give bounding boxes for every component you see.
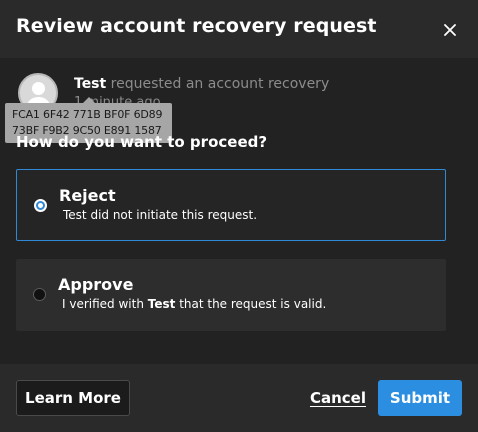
option-reject[interactable]: Reject Test did not initiate this reques… bbox=[16, 169, 446, 241]
option-approve[interactable]: Approve I verified with Test that the re… bbox=[16, 259, 446, 331]
option-approve-description: I verified with Test that the request is… bbox=[62, 297, 327, 311]
submit-button[interactable]: Submit bbox=[378, 380, 462, 416]
close-button[interactable] bbox=[440, 20, 460, 40]
request-message: requested an account recovery bbox=[106, 76, 330, 92]
option-reject-description: Test did not initiate this request. bbox=[63, 208, 258, 222]
cancel-button[interactable]: Cancel bbox=[305, 380, 371, 416]
dialog-footer: Learn More Cancel Submit bbox=[0, 364, 478, 432]
dialog-title: Review account recovery request bbox=[16, 15, 377, 37]
request-summary: Test requested an account recovery bbox=[74, 76, 329, 92]
requester-name: Test bbox=[74, 76, 107, 92]
account-recovery-dialog: Review account recovery request Test req… bbox=[0, 0, 478, 432]
fingerprint-line-1: FCA1 6F42 771B BF0F 6D89 bbox=[12, 108, 163, 121]
proceed-question: How do you want to proceed? bbox=[16, 133, 268, 151]
close-icon bbox=[444, 24, 456, 36]
avatar-user-icon bbox=[32, 82, 45, 95]
dialog-header: Review account recovery request bbox=[0, 0, 478, 58]
learn-more-button[interactable]: Learn More bbox=[16, 380, 130, 416]
option-reject-label: Reject bbox=[59, 186, 116, 205]
reject-radio[interactable] bbox=[34, 199, 47, 212]
approve-radio[interactable] bbox=[33, 288, 46, 301]
option-approve-label: Approve bbox=[58, 275, 134, 294]
